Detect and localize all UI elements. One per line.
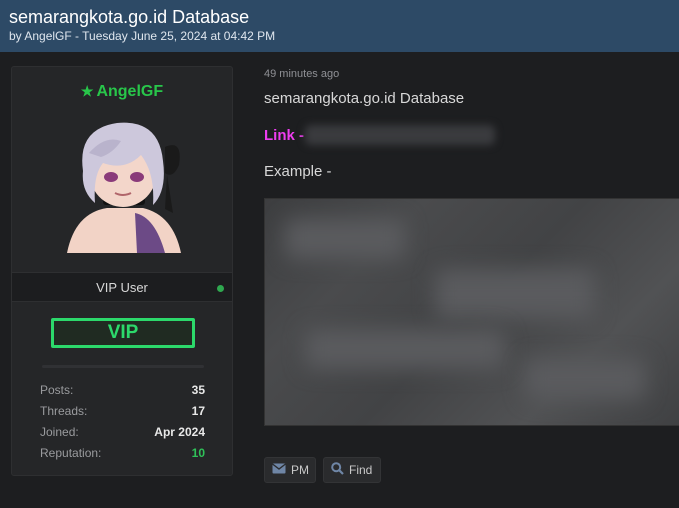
search-icon	[331, 462, 344, 478]
image-blur-region	[285, 219, 405, 259]
stat-label: Reputation:	[40, 446, 102, 460]
image-blur-region	[525, 359, 645, 399]
pm-button[interactable]: PM	[264, 457, 316, 483]
thread-title: semarangkota.go.id Database	[9, 7, 250, 27]
stat-reputation: Reputation: 10	[40, 446, 205, 467]
user-role: VIP User	[96, 280, 148, 295]
stat-value: 17	[191, 404, 205, 418]
stat-value: Apr 2024	[154, 425, 205, 439]
reputation-value[interactable]: 10	[192, 446, 205, 467]
post-title: semarangkota.go.id Database	[264, 90, 465, 107]
thread-header: semarangkota.go.id Database by AngelGF -…	[0, 0, 679, 52]
stat-label: Joined:	[40, 425, 79, 439]
avatar[interactable]	[55, 113, 191, 253]
blurred-example-image[interactable]	[264, 198, 679, 426]
stat-label: Threads:	[40, 404, 88, 418]
link-label: Link -	[264, 127, 304, 144]
vip-badge: VIP	[51, 318, 195, 348]
online-status-indicator	[217, 285, 224, 292]
user-stats: Posts: 35 Threads: 17 Joined: Apr 2024 R…	[40, 383, 205, 467]
stat-joined: Joined: Apr 2024	[40, 425, 205, 446]
find-label: Find	[349, 463, 373, 477]
username-link[interactable]: ★ AngelGF	[12, 83, 232, 101]
blurred-link[interactable]	[305, 125, 495, 145]
find-button[interactable]: Find	[323, 457, 381, 483]
stat-value: 35	[191, 383, 205, 397]
stat-label: Posts:	[40, 383, 74, 397]
image-blur-region	[305, 329, 505, 369]
post-time: 49 minutes ago	[264, 68, 340, 80]
thread-meta: by AngelGF - Tuesday June 25, 2024 at 04…	[9, 29, 276, 43]
stat-threads: Threads: 17	[40, 404, 205, 425]
user-card: ★ AngelGF VIP User VIP Posts: 35 Threads…	[11, 66, 233, 476]
role-bar: VIP User	[12, 272, 232, 302]
badge-divider	[42, 365, 204, 368]
example-label: Example -	[264, 163, 332, 180]
stat-posts: Posts: 35	[40, 383, 205, 404]
pm-label: PM	[291, 463, 309, 477]
username-text: AngelGF	[96, 83, 164, 100]
image-blur-region	[435, 269, 595, 319]
star-icon: ★	[80, 83, 94, 99]
envelope-icon	[272, 463, 286, 477]
